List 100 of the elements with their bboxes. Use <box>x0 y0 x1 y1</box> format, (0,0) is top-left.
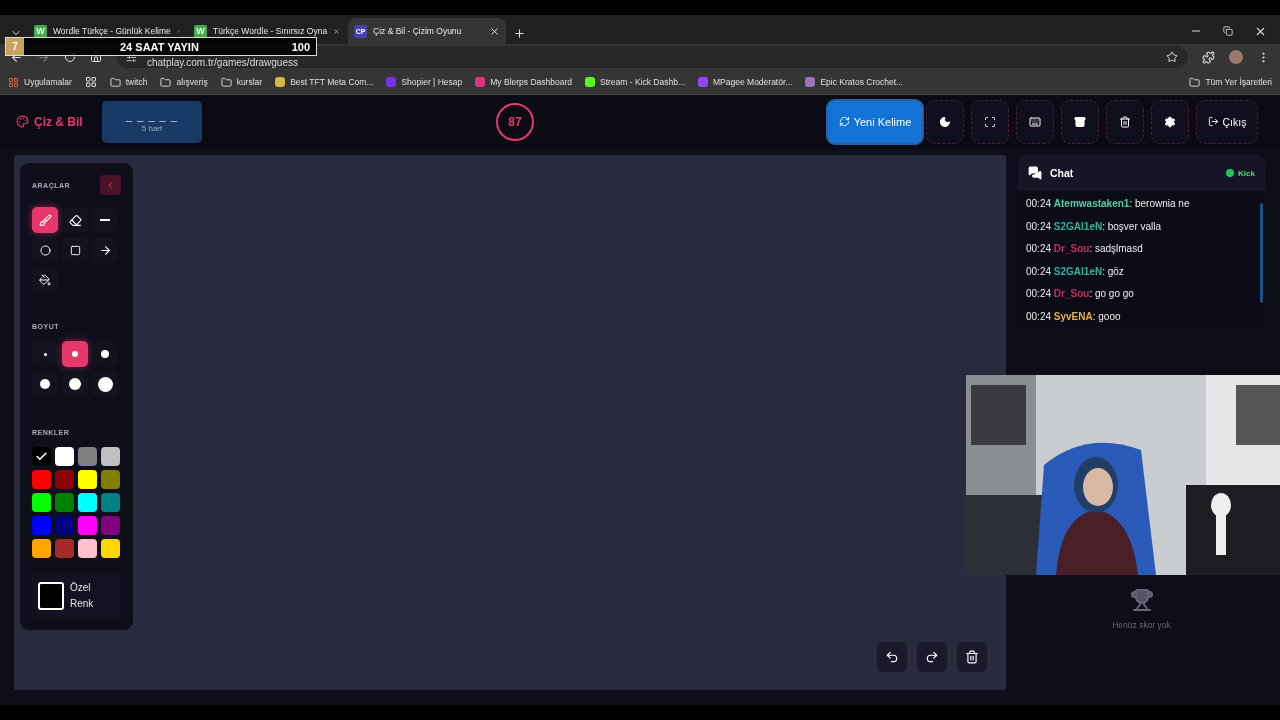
color-swatch[interactable] <box>55 539 74 558</box>
undo-button[interactable] <box>877 642 907 672</box>
moon-icon <box>939 115 951 128</box>
brush-size-button[interactable] <box>92 341 118 367</box>
new-tab-icon[interactable] <box>512 26 526 40</box>
bookmark-link[interactable]: alışveriş <box>176 77 208 87</box>
color-swatch[interactable] <box>101 516 120 535</box>
color-swatch[interactable] <box>78 516 97 535</box>
bookmark-star-icon[interactable] <box>1166 51 1178 63</box>
line-icon <box>100 219 110 221</box>
circle-icon <box>39 244 51 256</box>
bookmark-link[interactable]: Stream - Kick Dashb... <box>600 77 686 87</box>
settings-icon <box>1164 115 1176 128</box>
exit-icon <box>1207 116 1219 127</box>
bookmark-link[interactable]: Uygulamalar <box>24 77 72 87</box>
arrow-tool-button[interactable] <box>92 237 118 263</box>
palette-icon <box>16 115 29 128</box>
brush-size-button[interactable] <box>32 371 58 397</box>
clear-button[interactable] <box>957 642 987 672</box>
bookmark-link[interactable]: kurslar <box>236 77 263 87</box>
size-dot-icon <box>72 351 78 357</box>
color-swatch[interactable] <box>101 493 120 512</box>
chat-title: Chat <box>1050 167 1074 179</box>
color-swatch[interactable] <box>32 470 51 489</box>
chat-message: 00:24 Atemwastaken1: berownia ne <box>1026 197 1191 211</box>
color-swatch[interactable] <box>32 447 51 466</box>
fill-tool-button[interactable] <box>32 267 58 293</box>
line-tool-button[interactable] <box>92 207 118 233</box>
color-swatch[interactable] <box>101 539 120 558</box>
color-swatch[interactable] <box>101 470 120 489</box>
size-dot-icon <box>97 376 113 392</box>
color-swatch[interactable] <box>32 516 51 535</box>
bookmark-link[interactable]: Epic Kratos Crochet... <box>820 77 904 87</box>
bookmark-link[interactable]: Tüm Yer İşaretleri <box>1205 77 1272 87</box>
empty-scores-text: Henüz skor yok <box>1112 620 1171 630</box>
size-dot-icon <box>43 352 47 356</box>
chat-source: Kick <box>1238 168 1255 178</box>
bookmark-link[interactable]: Best TFT Meta Com... <box>290 77 374 87</box>
color-swatch[interactable] <box>55 447 74 466</box>
moon-button[interactable] <box>926 99 964 144</box>
bookmark-link[interactable]: My Blerps Dashboard <box>490 77 572 87</box>
keyboard-button[interactable] <box>1016 99 1054 144</box>
refresh-icon <box>838 116 850 127</box>
brush-tool-button[interactable] <box>32 207 58 233</box>
restore-icon[interactable] <box>1223 26 1233 36</box>
color-swatch[interactable] <box>78 493 97 512</box>
bookmark-link[interactable]: twitch <box>125 77 148 87</box>
color-swatch[interactable] <box>55 516 74 535</box>
close-icon[interactable] <box>489 25 500 37</box>
archive-icon <box>1074 115 1086 128</box>
color-swatch[interactable] <box>32 493 51 512</box>
extensions-icon[interactable] <box>1202 50 1215 64</box>
trophy-icon <box>1129 588 1154 612</box>
grid-icon[interactable] <box>84 76 97 88</box>
archive-button[interactable] <box>1061 99 1099 144</box>
bookmark-link[interactable]: MPagee Moderatör... <box>713 77 793 87</box>
chat-icon <box>1028 166 1042 180</box>
color-swatch[interactable] <box>32 539 51 558</box>
circle-tool-button[interactable] <box>32 237 58 263</box>
status-dot <box>1226 169 1235 177</box>
keyboard-icon <box>1029 115 1041 128</box>
brush-size-button[interactable] <box>62 371 88 397</box>
chat-message: 00:24 S2GAl1eN: göz <box>1026 264 1125 278</box>
folder-icon <box>220 76 232 88</box>
size-dot-icon <box>40 379 50 389</box>
check-icon <box>35 450 48 463</box>
folder-icon <box>109 76 121 88</box>
color-swatch[interactable] <box>101 447 120 466</box>
brush-size-button[interactable] <box>62 341 88 367</box>
color-swatch[interactable] <box>78 539 97 558</box>
apps-icon <box>8 76 19 88</box>
color-swatch[interactable] <box>55 493 74 512</box>
site-icon: W <box>34 24 47 38</box>
fill-icon <box>39 274 51 286</box>
profile-avatar[interactable] <box>1229 50 1243 64</box>
app-logo: Çiz & Bil <box>34 114 83 129</box>
rect-tool-button[interactable] <box>62 237 88 263</box>
rect-icon <box>69 244 81 256</box>
bookmark-link[interactable]: Shopier | Hesap <box>401 77 463 87</box>
exit-button[interactable]: Çıkış <box>1196 99 1258 144</box>
color-swatch[interactable] <box>78 447 97 466</box>
chat-message: 00:24 SyvENA: gooo <box>1026 309 1122 323</box>
color-swatch[interactable] <box>78 470 97 489</box>
folder-icon <box>160 76 172 88</box>
site-icon: W <box>194 24 207 38</box>
custom-color-swatch[interactable] <box>38 582 64 610</box>
brush-size-button[interactable] <box>92 371 118 397</box>
settings-button[interactable] <box>1151 99 1189 144</box>
trash-button[interactable] <box>1106 99 1144 144</box>
brush-icon <box>38 213 52 227</box>
color-swatch[interactable] <box>55 470 74 489</box>
overlay-badge: 7 <box>6 38 24 55</box>
redo-button[interactable] <box>917 642 947 672</box>
word-mask: _ _ _ _ _ <box>126 110 178 122</box>
letter-count: 5 harf <box>141 124 163 133</box>
eraser-tool-button[interactable] <box>62 207 88 233</box>
new-word-button[interactable]: Yeni Kelime <box>826 98 924 145</box>
trash-icon <box>1119 115 1131 128</box>
arrow-icon <box>98 243 112 257</box>
undo-icon <box>885 650 899 664</box>
